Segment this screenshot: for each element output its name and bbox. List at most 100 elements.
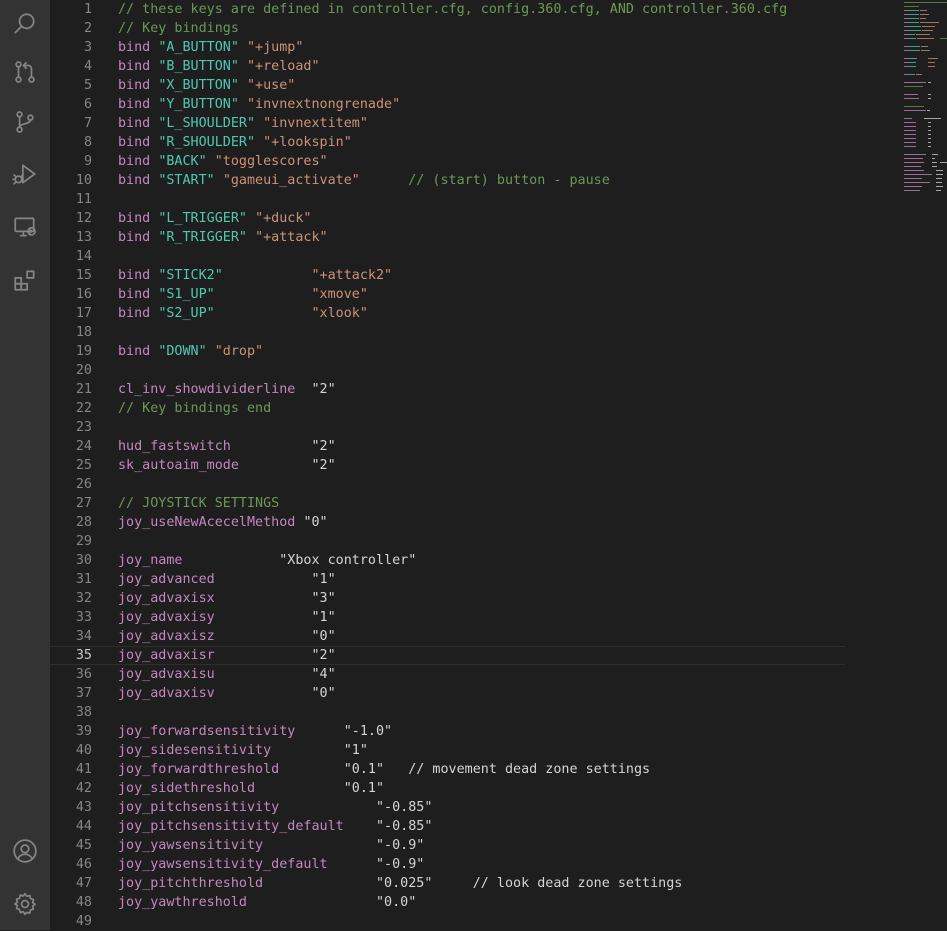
git-branch-icon[interactable] xyxy=(0,98,50,146)
code-line[interactable]: 27 // JOYSTICK SETTINGS xyxy=(50,494,845,513)
code-token: // these keys are defined in controller.… xyxy=(118,2,788,17)
minimap-mark xyxy=(928,134,931,135)
remote-explorer-icon[interactable] xyxy=(0,203,50,251)
code-line[interactable]: 15 bind "STICK2" "+attack2" xyxy=(50,266,845,285)
code-line[interactable]: 5 bind "X_BUTTON" "+use" xyxy=(50,76,845,95)
code-line[interactable]: 9 bind "BACK" "togglescores" xyxy=(50,152,845,171)
code-line[interactable]: 30 joy_name "Xbox controller" xyxy=(50,551,845,570)
line-number: 25 xyxy=(75,458,92,473)
code-token: joy_advaxisr xyxy=(118,648,215,663)
minimap-mark xyxy=(909,62,916,63)
code-line[interactable]: 1 // these keys are defined in controller… xyxy=(50,0,845,19)
code-token: "X_BUTTON" xyxy=(158,78,239,93)
code-line[interactable]: 18 xyxy=(50,323,845,342)
account-icon[interactable] xyxy=(0,827,50,875)
code-line[interactable]: 7 bind "L_SHOULDER" "invnextitem" xyxy=(50,114,845,133)
code-line[interactable]: 8 bind "R_SHOULDER" "+lookspin" xyxy=(50,133,845,152)
settings-gear-icon[interactable] xyxy=(0,880,50,928)
code-line[interactable]: 21 cl_inv_showdividerline "2" xyxy=(50,380,845,399)
source-control-icon[interactable] xyxy=(0,48,50,96)
code-line[interactable]: 38 xyxy=(50,703,845,722)
code-line[interactable]: 39 joy_forwardsensitivity "-1.0" xyxy=(50,722,845,741)
minimap-mark xyxy=(909,66,916,67)
code-line[interactable]: 11 xyxy=(50,190,845,209)
code-token: "-0.85" xyxy=(375,819,433,834)
code-line[interactable]: 16 bind "S1_UP" "xmove" xyxy=(50,285,845,304)
minimap-mark xyxy=(940,38,947,39)
code-token: bind xyxy=(118,59,159,74)
line-number: 16 xyxy=(75,287,92,302)
code-line[interactable]: 6 bind "Y_BUTTON" "invnextnongrenade" xyxy=(50,95,845,114)
line-text: // these keys are defined in controller.… xyxy=(118,0,787,19)
code-line[interactable]: 45 joy_yawsensitivity "-0.9" xyxy=(50,836,845,855)
code-line[interactable]: 32 joy_advaxisx "3" xyxy=(50,589,845,608)
code-line[interactable]: 33 joy_advaxisy "1" xyxy=(50,608,845,627)
code-line[interactable]: 10 bind "START" "gameui_activate" // (sta… xyxy=(50,171,845,190)
minimap-mark xyxy=(904,122,916,123)
code-line[interactable]: 28 joy_useNewAcecelMethod "0" xyxy=(50,513,845,532)
run-debug-icon[interactable] xyxy=(0,150,50,198)
code-line[interactable]: 31 joy_advanced "1" xyxy=(50,570,845,589)
code-line[interactable]: 40 joy_sidesensitivity "1" xyxy=(50,741,845,760)
minimap[interactable] xyxy=(902,0,947,200)
code-line[interactable]: 26 xyxy=(50,475,845,494)
code-line[interactable]: 2 // Key bindings xyxy=(50,19,845,38)
code-line[interactable]: 22 // Key bindings end xyxy=(50,399,845,418)
line-text: sk_autoaim_mode "2" xyxy=(118,456,336,475)
line-text: joy_sidethreshold "0.1" xyxy=(118,779,384,798)
extensions-icon[interactable] xyxy=(0,256,50,304)
minimap-mark xyxy=(909,34,915,35)
code-line[interactable]: 20 xyxy=(50,361,845,380)
code-line[interactable]: 25 sk_autoaim_mode "2" xyxy=(50,456,845,475)
code-token: bind xyxy=(118,154,159,169)
line-number: 42 xyxy=(75,781,92,796)
line-number: 39 xyxy=(75,724,92,739)
code-editor[interactable]: 1 // these keys are defined in controller… xyxy=(50,0,947,930)
code-line[interactable]: 4 bind "B_BUTTON" "+reload" xyxy=(50,57,845,76)
code-line[interactable]: 46 joy_yawsensitivity_default "-0.9" xyxy=(50,855,845,874)
code-line[interactable]: 41 joy_forwardthreshold "0.1" // movement… xyxy=(50,760,845,779)
minimap-mark xyxy=(922,30,933,31)
code-line[interactable]: 37 joy_advaxisv "0" xyxy=(50,684,845,703)
code-line[interactable]: 35 joy_advaxisr "2" xyxy=(50,646,845,665)
search-icon[interactable] xyxy=(0,0,50,48)
code-line[interactable]: 24 hud_fastswitch "2" xyxy=(50,437,845,456)
minimap-mark xyxy=(932,158,935,159)
code-line[interactable]: 36 joy_advaxisu "4" xyxy=(50,665,845,684)
code-line[interactable]: 49 xyxy=(50,912,845,931)
code-line[interactable]: 43 joy_pitchsensitivity "-0.85" xyxy=(50,798,845,817)
line-text: joy_pitchthreshold "0.025" // look dead … xyxy=(118,874,682,893)
code-line[interactable]: 17 bind "S2_UP" "xlook" xyxy=(50,304,845,323)
minimap-mark xyxy=(909,26,921,27)
minimap-mark xyxy=(904,2,947,3)
code-token: "B_BUTTON" xyxy=(158,59,239,74)
code-line[interactable]: 47 joy_pitchthreshold "0.025" // look dea… xyxy=(50,874,845,893)
code-line[interactable]: 44 joy_pitchsensitivity_default "-0.85" xyxy=(50,817,845,836)
code-line[interactable]: 29 xyxy=(50,532,845,551)
minimap-mark xyxy=(909,58,917,59)
minimap-mark xyxy=(932,162,937,163)
code-line[interactable]: 34 joy_advaxisz "0" xyxy=(50,627,845,646)
code-token: bind xyxy=(118,306,159,321)
code-line[interactable]: 23 xyxy=(50,418,845,437)
activity-bar xyxy=(0,0,50,930)
code-line[interactable]: 42 joy_sidethreshold "0.1" xyxy=(50,779,845,798)
code-line[interactable]: 48 joy_yawthreshold "0.0" xyxy=(50,893,845,912)
code-line[interactable]: 12 bind "L_TRIGGER" "+duck" xyxy=(50,209,845,228)
code-token: "invnextnongrenade" xyxy=(247,97,401,112)
minimap-mark xyxy=(909,22,919,23)
code-lines[interactable]: 1 // these keys are defined in controller… xyxy=(50,0,845,931)
code-line[interactable]: 13 bind "R_TRIGGER" "+attack" xyxy=(50,228,845,247)
code-line[interactable]: 19 bind "DOWN" "drop" xyxy=(50,342,845,361)
minimap-mark xyxy=(936,174,943,175)
line-text: joy_useNewAcecelMethod "0" xyxy=(118,513,328,532)
code-line[interactable]: 3 bind "A_BUTTON" "+jump" xyxy=(50,38,845,57)
code-line[interactable]: 14 xyxy=(50,247,845,266)
line-text: bind "BACK" "togglescores" xyxy=(118,152,328,171)
minimap-mark xyxy=(904,86,923,87)
code-token: "4" xyxy=(311,667,336,682)
